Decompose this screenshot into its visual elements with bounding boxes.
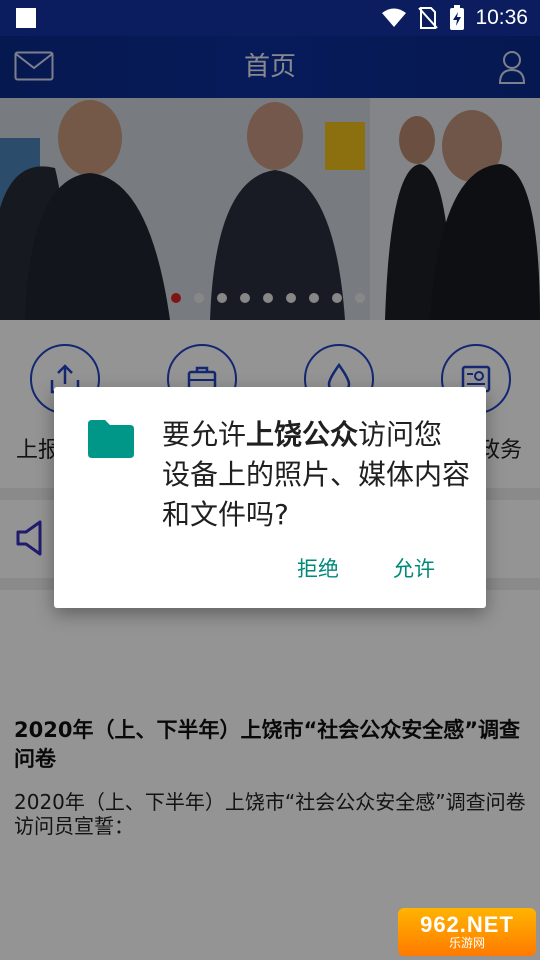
permission-message: 要允许上饶公众访问您设备上的照片、媒体内容和文件吗? bbox=[162, 415, 470, 535]
app-name: 上饶公众 bbox=[246, 418, 359, 451]
clock: 10:36 bbox=[475, 6, 528, 29]
deny-button[interactable]: 拒绝 bbox=[297, 553, 339, 583]
no-sim-icon bbox=[418, 7, 439, 29]
watermark-logo: 962.NET 乐游网 bbox=[398, 908, 536, 956]
battery-charging-icon bbox=[450, 5, 465, 30]
watermark-subtext: 乐游网 bbox=[448, 936, 485, 950]
folder-icon bbox=[88, 420, 134, 458]
permission-dialog: 要允许上饶公众访问您设备上的照片、媒体内容和文件吗? 拒绝 允许 bbox=[54, 387, 486, 608]
watermark-text: 962.NET bbox=[420, 912, 514, 937]
status-bar: 10:36 bbox=[0, 0, 540, 36]
wifi-icon bbox=[382, 8, 407, 27]
allow-button[interactable]: 允许 bbox=[393, 553, 435, 583]
notification-icon bbox=[16, 8, 36, 28]
message-prefix: 要允许 bbox=[162, 418, 247, 451]
